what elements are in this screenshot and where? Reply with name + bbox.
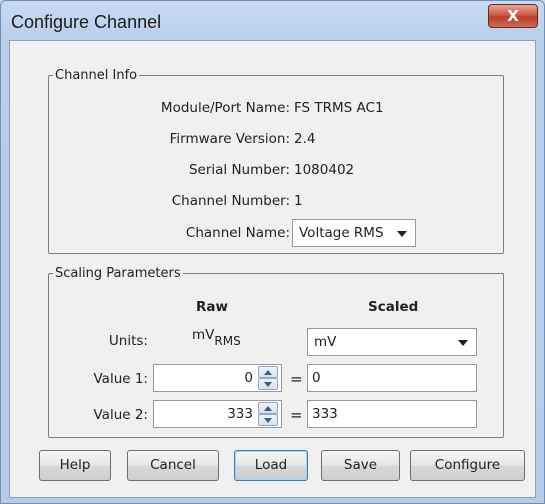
channel-number-label: Channel Number:	[171, 193, 290, 209]
value2-scaled-input[interactable]: 333	[307, 400, 477, 428]
serial-number-label: Serial Number:	[188, 162, 290, 178]
spin-down-button[interactable]	[258, 414, 278, 426]
module-port-value: FS TRMS AC1	[294, 100, 384, 116]
channel-name-label: Channel Name:	[185, 225, 290, 241]
firmware-value: 2.4	[294, 131, 316, 147]
serial-number-value: 1080402	[294, 162, 355, 178]
scaled-column-header: Scaled	[368, 299, 419, 315]
value2-raw-spinner[interactable]	[258, 401, 280, 427]
close-icon: X	[507, 7, 519, 25]
scaled-units-value: mV	[314, 334, 337, 350]
chevron-down-icon	[458, 340, 468, 346]
value2-raw-value: 333	[227, 406, 253, 422]
value1-raw-input[interactable]: 0	[153, 364, 282, 392]
arrow-up-icon	[264, 406, 272, 411]
equals-sign: =	[290, 370, 303, 388]
channel-name-value: Voltage RMS	[299, 225, 384, 241]
configure-channel-dialog: Configure Channel X Channel Info Module/…	[0, 0, 545, 504]
arrow-up-icon	[264, 370, 272, 375]
save-button[interactable]: Save	[321, 450, 400, 481]
title-bar[interactable]: Configure Channel X	[1, 1, 544, 39]
raw-units: mVRMS	[192, 327, 241, 348]
chevron-down-icon	[397, 231, 407, 237]
value1-raw-spinner[interactable]	[258, 365, 280, 391]
help-button[interactable]: Help	[39, 450, 111, 481]
value1-scaled-value: 0	[312, 370, 321, 386]
arrow-down-icon	[264, 418, 272, 423]
scaling-parameters-legend: Scaling Parameters	[55, 266, 181, 281]
firmware-label: Firmware Version:	[169, 131, 290, 147]
value2-raw-input[interactable]: 333	[153, 400, 282, 428]
units-label: Units:	[108, 333, 148, 349]
channel-number-value: 1	[294, 193, 303, 209]
value2-label: Value 2:	[93, 407, 148, 423]
value2-scaled-value: 333	[312, 406, 338, 422]
load-button[interactable]: Load	[234, 450, 308, 481]
spin-up-button[interactable]	[258, 402, 278, 414]
value1-raw-value: 0	[244, 370, 253, 386]
scaled-units-dropdown[interactable]: mV	[307, 328, 477, 356]
configure-button[interactable]: Configure	[410, 450, 525, 481]
value1-scaled-input[interactable]: 0	[307, 364, 477, 392]
raw-column-header: Raw	[196, 299, 228, 315]
raw-units-subscript: RMS	[214, 334, 241, 348]
close-button[interactable]: X	[488, 4, 538, 28]
cancel-button[interactable]: Cancel	[127, 450, 219, 481]
spin-up-button[interactable]	[258, 366, 278, 378]
module-port-label: Module/Port Name:	[160, 100, 290, 116]
dialog-body: Channel Info Module/Port Name: FS TRMS A…	[9, 40, 536, 498]
window-title: Configure Channel	[11, 12, 162, 32]
channel-name-dropdown[interactable]: Voltage RMS	[292, 219, 416, 247]
channel-info-legend: Channel Info	[55, 68, 138, 83]
arrow-down-icon	[264, 382, 272, 387]
equals-sign: =	[290, 406, 303, 424]
raw-units-main: mV	[192, 327, 215, 343]
spin-down-button[interactable]	[258, 378, 278, 390]
value1-label: Value 1:	[93, 371, 148, 387]
